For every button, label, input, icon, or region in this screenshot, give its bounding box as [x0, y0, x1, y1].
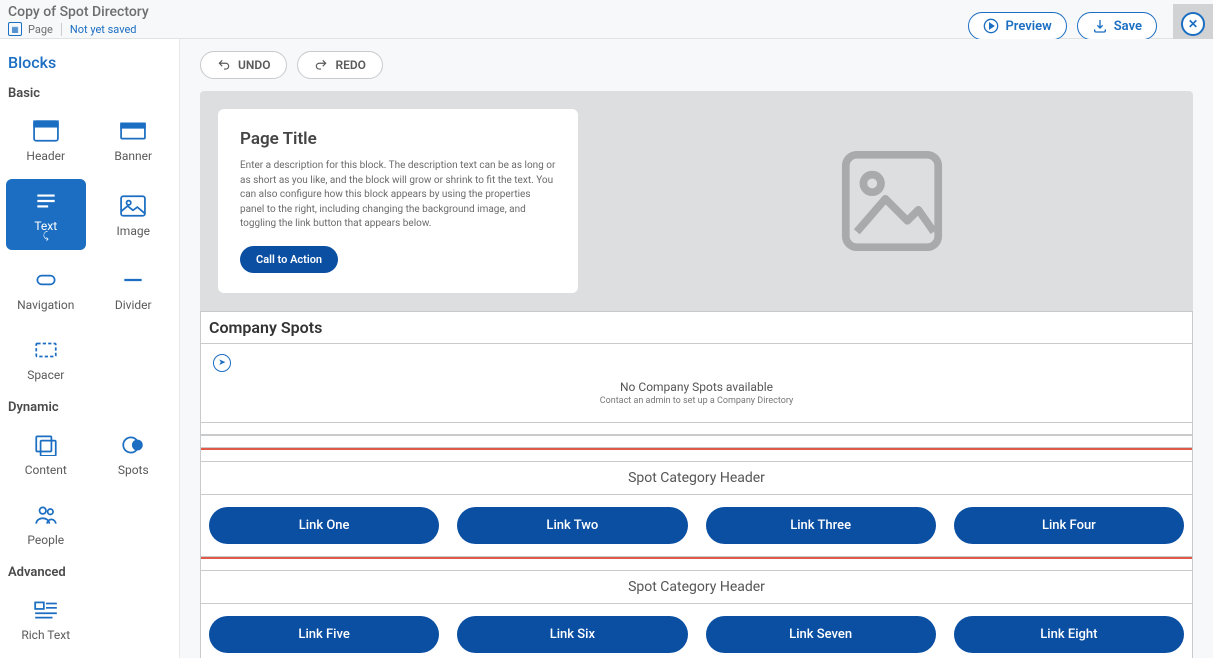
page-type: Page	[28, 23, 53, 36]
block-spots[interactable]: Spots	[94, 423, 174, 485]
spacer-row[interactable]	[201, 559, 1192, 571]
undo-button[interactable]: UNDO	[200, 51, 287, 79]
block-navigation[interactable]: Navigation	[6, 258, 86, 320]
preview-button[interactable]: Preview	[968, 12, 1066, 40]
link-seven[interactable]: Link Seven	[706, 616, 936, 653]
header-icon	[33, 120, 59, 142]
redo-icon	[314, 58, 328, 72]
spacer-icon	[33, 339, 59, 361]
hero-image-placeholder	[608, 146, 1175, 256]
spots-icon	[120, 434, 146, 456]
link-four[interactable]: Link Four	[954, 507, 1184, 544]
section-basic: Basic	[8, 86, 173, 101]
people-icon	[33, 504, 59, 526]
download-icon	[1092, 18, 1108, 34]
link-eight[interactable]: Link Eight	[954, 616, 1184, 653]
banner-icon	[120, 120, 146, 142]
arrow-icon: ➤	[213, 354, 231, 372]
redo-button[interactable]: REDO	[297, 51, 382, 79]
spacer-row[interactable]	[201, 423, 1192, 435]
close-button[interactable]: ✕	[1173, 4, 1213, 44]
category-header-1[interactable]: Spot Category Header	[201, 462, 1192, 495]
preview-label: Preview	[1005, 19, 1051, 34]
save-button[interactable]: Save	[1077, 12, 1157, 40]
link-six[interactable]: Link Six	[457, 616, 687, 653]
image-placeholder-icon	[837, 146, 947, 256]
richtext-icon	[33, 599, 59, 621]
block-image[interactable]: Image	[94, 179, 174, 250]
play-icon	[983, 18, 999, 34]
top-bar: Copy of Spot Directory ▦ Page Not yet sa…	[0, 0, 1213, 39]
empty-secondary: Contact an admin to set up a Company Dir…	[201, 396, 1192, 406]
cursor-icon: ⤹	[43, 231, 49, 242]
block-richtext[interactable]: Rich Text	[6, 588, 86, 650]
block-banner[interactable]: Banner	[94, 109, 174, 171]
spacer-row[interactable]	[201, 450, 1192, 462]
link-row-2: Link Five Link Six Link Seven Link Eight	[201, 604, 1192, 658]
page-icon: ▦	[8, 22, 22, 36]
section-dynamic: Dynamic	[8, 400, 173, 415]
section-advanced: Advanced	[8, 565, 173, 580]
navigation-icon	[33, 269, 59, 291]
block-text[interactable]: Text ⤹	[6, 179, 86, 250]
undo-icon	[217, 58, 231, 72]
blocks-sidebar: Blocks Basic Header Banner Text ⤹ Image	[0, 39, 180, 658]
close-icon: ✕	[1181, 12, 1205, 36]
category-header-2[interactable]: Spot Category Header	[201, 571, 1192, 604]
text-icon	[33, 190, 59, 212]
editor-canvas: UNDO REDO Page Title Enter a description…	[180, 39, 1213, 658]
company-spots-empty[interactable]: ➤ No Company Spots available Contact an …	[201, 344, 1192, 423]
block-content[interactable]: Content	[6, 423, 86, 485]
save-status: Not yet saved	[61, 23, 137, 36]
link-five[interactable]: Link Five	[209, 616, 439, 653]
block-spacer[interactable]: Spacer	[6, 328, 86, 390]
link-row-1: Link One Link Two Link Three Link Four	[201, 495, 1192, 557]
empty-primary: No Company Spots available	[201, 380, 1192, 394]
link-two[interactable]: Link Two	[457, 507, 687, 544]
link-one[interactable]: Link One	[209, 507, 439, 544]
block-divider[interactable]: Divider	[94, 258, 174, 320]
spacer-row[interactable]	[201, 436, 1192, 448]
link-three[interactable]: Link Three	[706, 507, 936, 544]
content-icon	[33, 434, 59, 456]
hero-description: Enter a description for this block. The …	[240, 159, 556, 232]
save-label: Save	[1114, 19, 1142, 34]
hero-title: Page Title	[240, 129, 556, 149]
sidebar-title: Blocks	[6, 53, 173, 72]
page-title: Copy of Spot Directory	[8, 4, 149, 20]
image-icon	[120, 195, 146, 217]
divider-icon	[120, 269, 146, 291]
cta-button[interactable]: Call to Action	[240, 246, 338, 273]
block-people[interactable]: People	[6, 493, 86, 555]
block-header[interactable]: Header	[6, 109, 86, 171]
hero-block[interactable]: Page Title Enter a description for this …	[200, 91, 1193, 311]
company-spots-heading: Company Spots	[201, 312, 1192, 344]
